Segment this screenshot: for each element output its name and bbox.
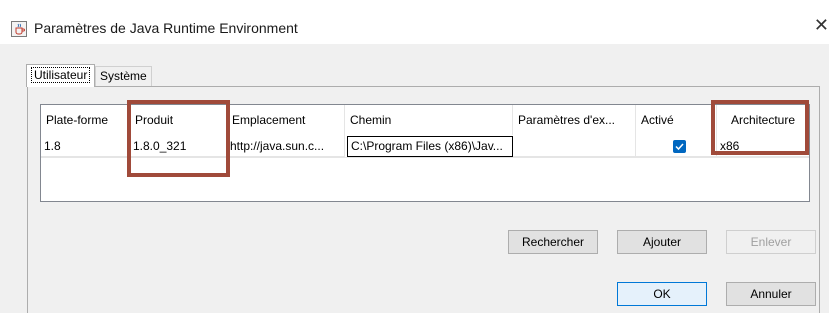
column-header-params[interactable]: Paramètres d'ex... <box>513 105 636 135</box>
annuler-button[interactable]: Annuler <box>726 282 816 306</box>
tab-utilisateur[interactable]: Utilisateur <box>26 64 96 87</box>
column-header-path[interactable]: Chemin <box>345 105 513 135</box>
column-header-product[interactable]: Produit <box>130 105 227 135</box>
cell-platform[interactable]: 1.8 <box>41 135 130 157</box>
cell-path[interactable]: C:\Program Files (x86)\Jav... <box>347 136 513 157</box>
checkmark-icon <box>675 143 684 151</box>
cell-params[interactable] <box>513 135 636 157</box>
column-header-platform[interactable]: Plate-forme <box>41 105 130 135</box>
cell-product[interactable]: 1.8.0_321 <box>130 135 227 157</box>
enlever-button[interactable]: Enlever <box>726 230 816 254</box>
ok-button[interactable]: OK <box>617 282 707 306</box>
enabled-checkbox[interactable] <box>673 140 686 153</box>
cell-architecture[interactable]: x86 <box>717 135 809 157</box>
window-title: Paramètres de Java Runtime Environment <box>34 20 298 36</box>
cell-location[interactable]: http://java.sun.c... <box>227 135 345 157</box>
rechercher-button[interactable]: Rechercher <box>508 230 598 254</box>
tab-systeme[interactable]: Système <box>95 66 152 86</box>
row-divider <box>41 157 809 158</box>
jre-table: Plate-forme Produit Emplacement Chemin P… <box>40 104 810 202</box>
column-header-architecture[interactable]: Architecture <box>717 105 809 135</box>
tab-utilisateur-label: Utilisateur <box>31 67 91 83</box>
close-icon[interactable]: ✕ <box>809 14 829 36</box>
column-header-location[interactable]: Emplacement <box>227 105 345 135</box>
title-bar: Paramètres de Java Runtime Environment ✕ <box>0 0 829 44</box>
java-cup-icon <box>11 21 27 37</box>
ajouter-button[interactable]: Ajouter <box>617 230 707 254</box>
column-header-enabled[interactable]: Activé <box>636 105 717 135</box>
tab-systeme-label: Système <box>100 69 147 83</box>
